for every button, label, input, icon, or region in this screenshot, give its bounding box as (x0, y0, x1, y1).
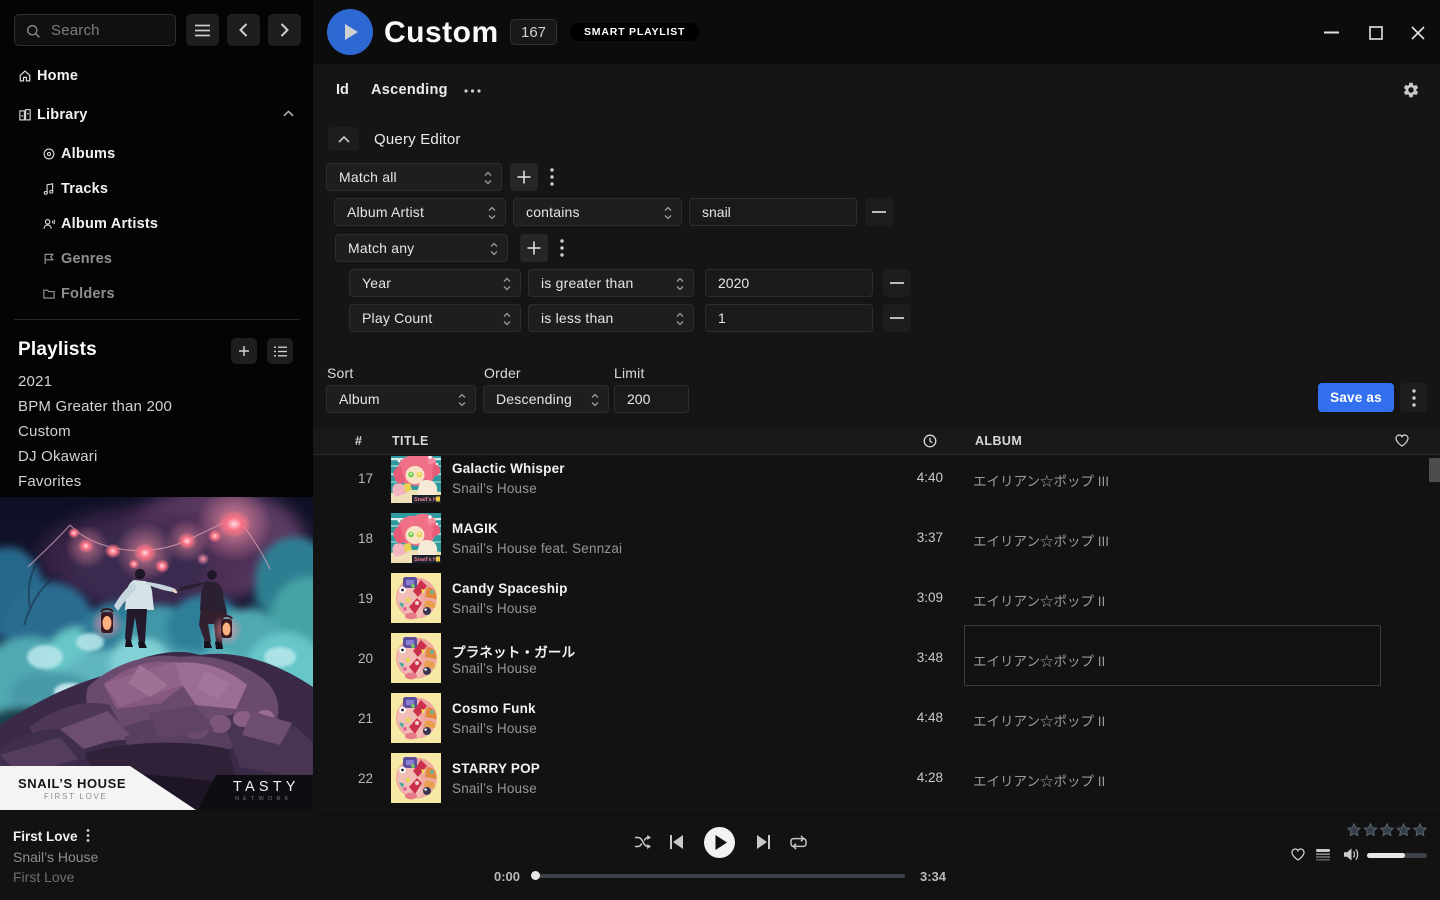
svg-text:TASTY: TASTY (233, 779, 300, 795)
svg-text:NETWORK: NETWORK (235, 796, 293, 802)
svg-text:FIRST LOVE: FIRST LOVE (44, 792, 108, 801)
svg-text:SNAIL’S HOUSE: SNAIL’S HOUSE (18, 776, 126, 791)
